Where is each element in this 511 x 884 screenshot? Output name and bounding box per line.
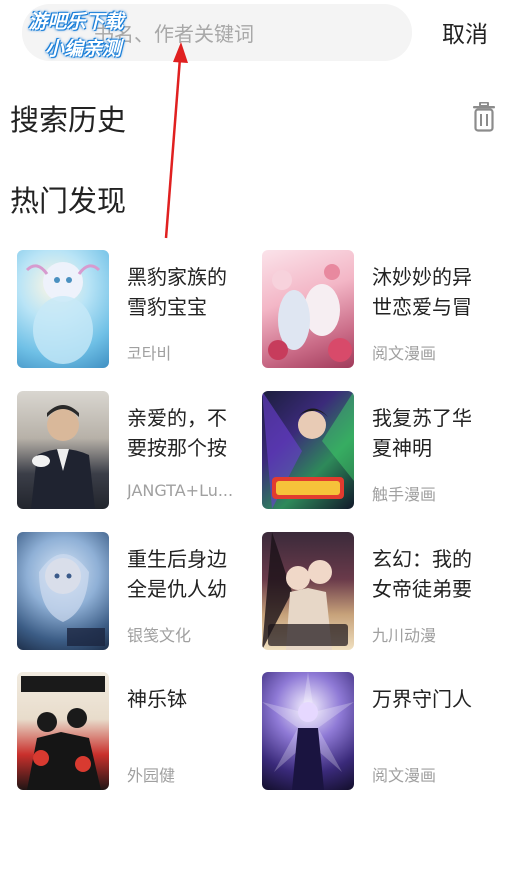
comic-cover	[17, 532, 109, 650]
hot-discover-title: 热门发现	[10, 184, 127, 218]
comic-cover	[262, 532, 354, 650]
comic-card[interactable]: 沐妙妙的异世恋爱与冒 阅文漫画	[262, 250, 502, 370]
comic-title: 神乐钵	[127, 687, 187, 711]
comic-author: JANGTA+Lu...	[127, 481, 234, 500]
comic-author: 阅文漫画	[372, 344, 437, 363]
comic-cover	[17, 672, 109, 790]
watermark-line-2: 小编亲测	[44, 38, 121, 60]
comic-author: 九川动漫	[372, 626, 437, 645]
comic-card[interactable]: 重生后身边全是仇人幼 银笺文化	[17, 532, 257, 652]
comic-author: 触手漫画	[372, 485, 437, 504]
comic-card[interactable]: 黑豹家族的雪豹宝宝 코타비	[17, 250, 257, 370]
comic-card[interactable]: 神乐钵 外园健	[17, 672, 257, 792]
cancel-button[interactable]: 取消	[442, 15, 488, 49]
comic-cover	[262, 672, 354, 790]
comic-title: 玄幻：我的女帝徒弟要	[372, 547, 472, 601]
comic-title: 万界守门人	[372, 687, 472, 711]
comic-cover	[17, 250, 109, 368]
comic-author: 银笺文化	[127, 626, 192, 645]
comic-author: 外园健	[127, 766, 176, 785]
trash-icon[interactable]	[472, 102, 496, 132]
comic-cover	[262, 250, 354, 368]
search-history-title: 搜索历史	[10, 103, 127, 137]
comic-title: 黑豹家族的雪豹宝宝	[127, 265, 227, 319]
comic-card[interactable]: 万界守门人 阅文漫画	[262, 672, 502, 792]
comic-card[interactable]: 亲爱的，不要按那个按 JANGTA+Lu...	[17, 391, 257, 511]
comic-cover	[17, 391, 109, 509]
comic-card[interactable]: 我复苏了华夏神明 触手漫画	[262, 391, 502, 511]
comic-title: 沐妙妙的异世恋爱与冒	[372, 265, 472, 319]
comic-title: 我复苏了华夏神明	[372, 406, 472, 460]
comic-title: 重生后身边全是仇人幼	[127, 547, 227, 601]
watermark-line-1: 游吧乐下载	[28, 11, 124, 33]
comic-author: 코타비	[127, 344, 172, 363]
comic-card[interactable]: 玄幻：我的女帝徒弟要 九川动漫	[262, 532, 502, 652]
watermark-logo: 游吧乐下载 小编亲测	[14, 8, 138, 68]
comic-title: 亲爱的，不要按那个按	[127, 406, 227, 460]
comic-cover	[262, 391, 354, 509]
comic-author: 阅文漫画	[372, 766, 437, 785]
